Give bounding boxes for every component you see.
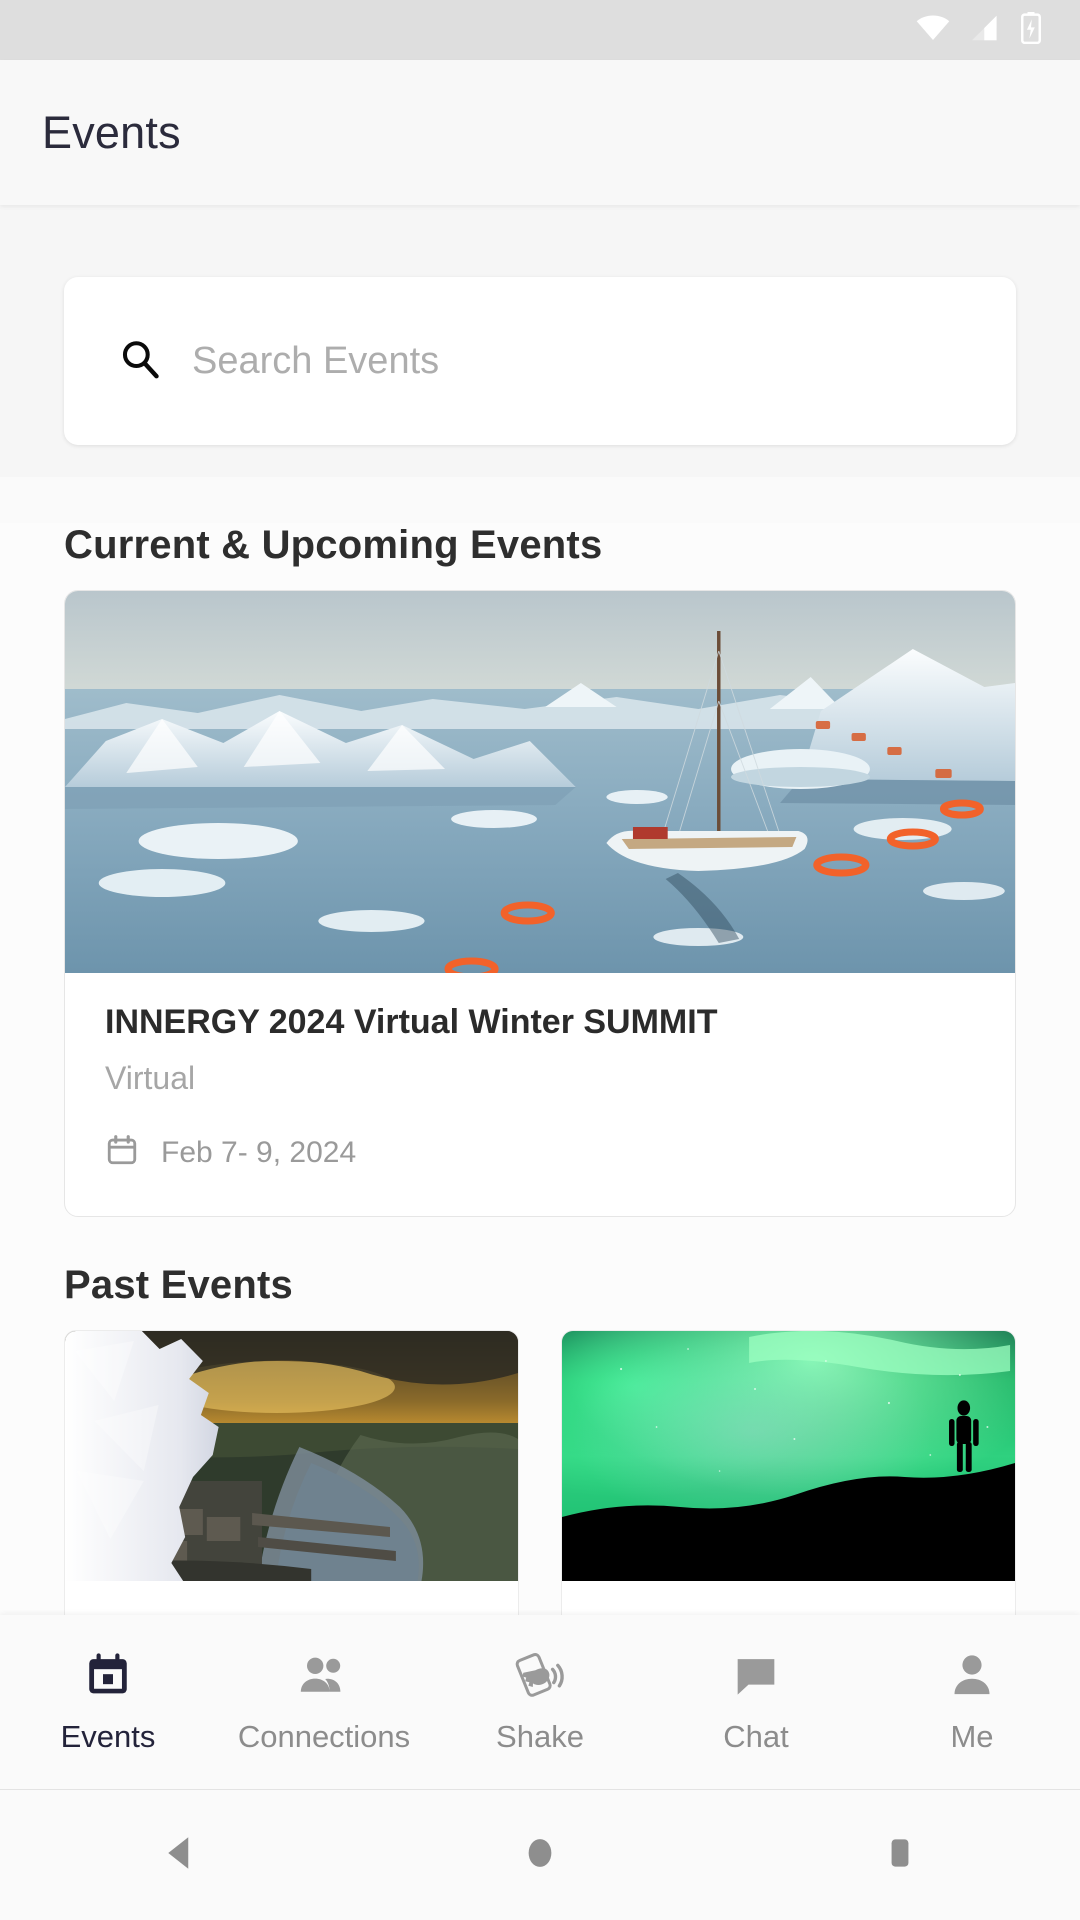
- system-navigation-bar: [0, 1790, 1080, 1920]
- event-card[interactable]: INNERGY 2024 Virtual Winter SUMMIT Virtu…: [64, 590, 1016, 1217]
- past-events-heading: Past Events: [64, 1263, 293, 1307]
- nav-item-events[interactable]: Events: [0, 1615, 216, 1789]
- event-location: Virtual: [105, 1060, 196, 1096]
- nav-item-shake[interactable]: Shake: [432, 1615, 648, 1789]
- event-date: Feb 7- 9, 2024: [161, 1135, 357, 1169]
- content-area: Current & Upcoming Events INNERGY 2024 V…: [0, 523, 1080, 1630]
- back-triangle-icon[interactable]: [158, 1831, 202, 1880]
- cellular-signal-icon: [970, 15, 1000, 46]
- calendar-event-icon: [83, 1650, 133, 1705]
- search-icon: [118, 337, 162, 386]
- search-band: Search Events: [0, 205, 1080, 477]
- nav-label-me: Me: [950, 1718, 994, 1754]
- chat-bubble-icon: [731, 1650, 781, 1705]
- page-title: Events: [42, 106, 181, 158]
- past-event-card[interactable]: [561, 1330, 1016, 1630]
- nav-label-chat: Chat: [723, 1718, 789, 1754]
- shake-phone-icon: [513, 1650, 567, 1705]
- event-card-body: INNERGY 2024 Virtual Winter SUMMIT Virtu…: [65, 973, 1015, 1216]
- wifi-icon: [916, 15, 950, 46]
- status-bar: [0, 0, 1080, 60]
- people-icon: [298, 1650, 350, 1705]
- nav-label-events: Events: [60, 1718, 156, 1754]
- nav-item-chat[interactable]: Chat: [648, 1615, 864, 1789]
- past-events-grid: [64, 1330, 1016, 1630]
- event-title: INNERGY 2024 Virtual Winter SUMMIT: [105, 1003, 718, 1041]
- person-icon: [947, 1650, 997, 1705]
- current-events-heading: Current & Upcoming Events: [64, 523, 603, 567]
- event-hero-image: [65, 591, 1015, 973]
- bottom-navigation: Events Connections Shake Chat Me: [0, 1615, 1080, 1790]
- battery-charging-icon: [1020, 11, 1042, 49]
- home-circle-icon[interactable]: [518, 1831, 562, 1880]
- recents-square-icon[interactable]: [878, 1831, 922, 1880]
- nav-label-connections: Connections: [237, 1718, 411, 1754]
- past-event-thumbnail: [65, 1331, 518, 1581]
- app-header: Events: [0, 60, 1080, 205]
- app-screen: Events Search Events Current & Upcoming …: [0, 0, 1080, 1920]
- past-event-thumbnail: [562, 1331, 1015, 1581]
- nav-item-connections[interactable]: Connections: [216, 1615, 432, 1789]
- event-date-row: Feb 7- 9, 2024: [105, 1133, 975, 1172]
- search-placeholder: Search Events: [192, 339, 440, 382]
- nav-label-shake: Shake: [496, 1718, 584, 1754]
- calendar-icon: [105, 1133, 139, 1172]
- search-input[interactable]: Search Events: [64, 277, 1016, 445]
- nav-item-me[interactable]: Me: [864, 1615, 1080, 1789]
- past-event-card[interactable]: [64, 1330, 519, 1630]
